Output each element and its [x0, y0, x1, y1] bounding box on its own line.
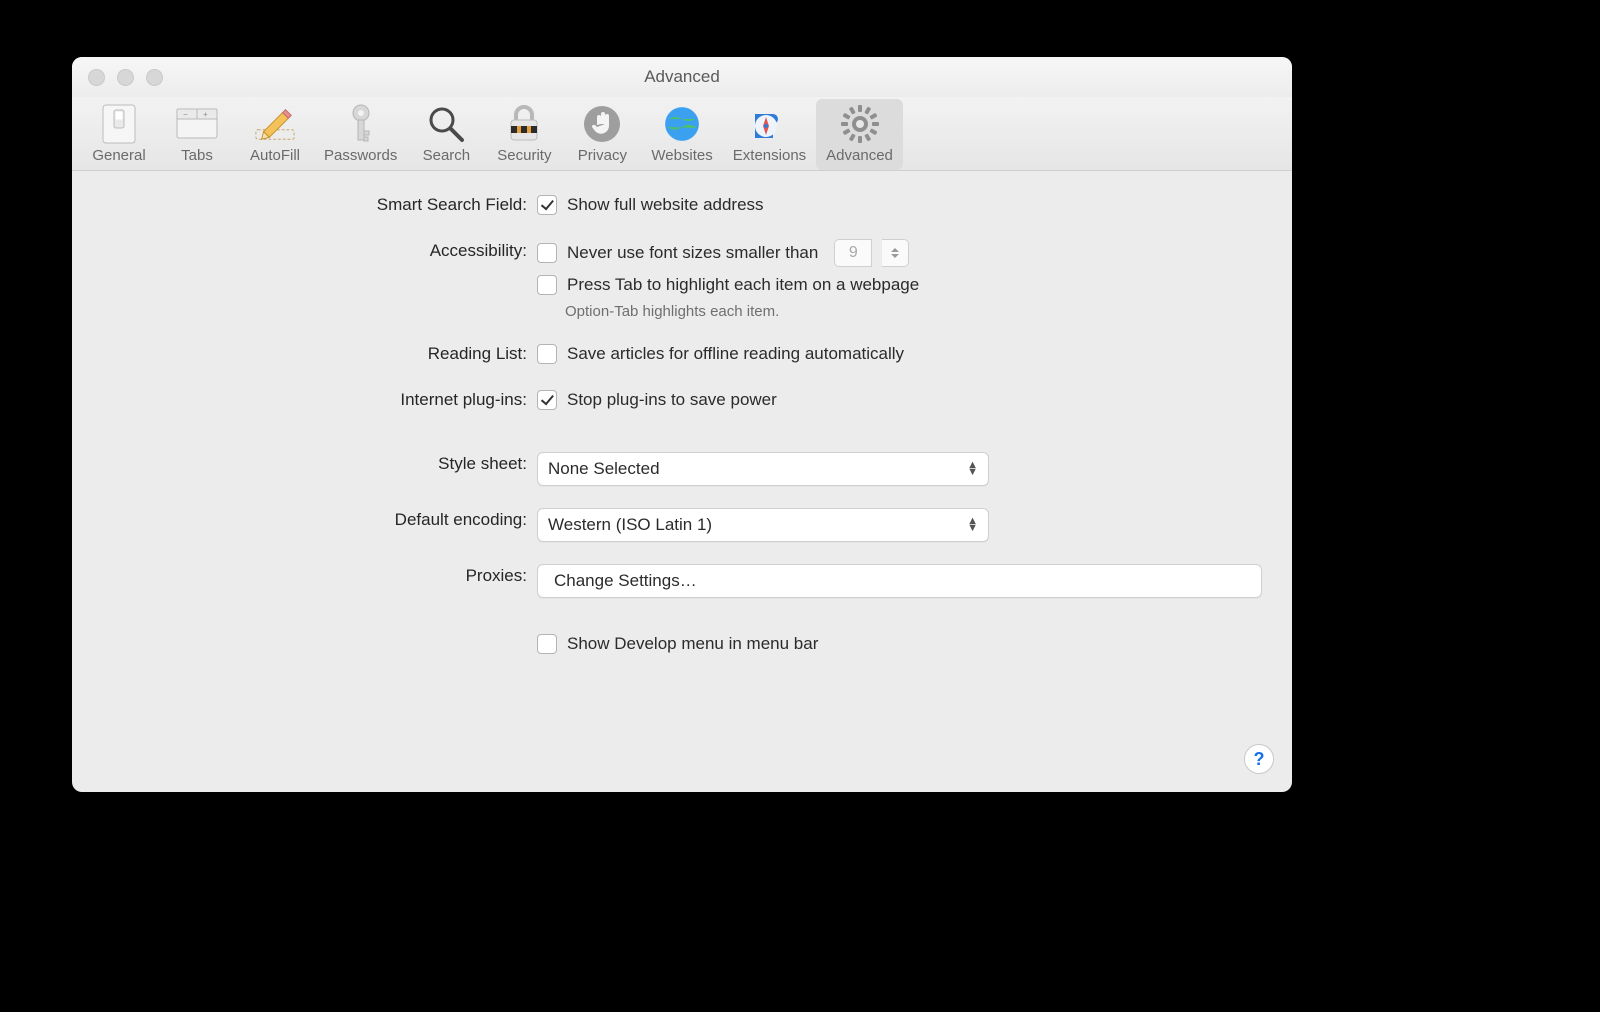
tab-search[interactable]: Search — [407, 99, 485, 170]
chevron-up-down-icon: ▲▼ — [967, 518, 978, 532]
checkbox-min-font-size[interactable] — [537, 243, 557, 263]
label-proxies: Proxies: — [102, 564, 537, 588]
close-window-button[interactable] — [88, 69, 105, 86]
magnifier-icon — [425, 103, 467, 145]
minimize-window-button[interactable] — [117, 69, 134, 86]
zoom-window-button[interactable] — [146, 69, 163, 86]
checkbox-label: Press Tab to highlight each item on a we… — [567, 273, 919, 297]
label-style-sheet: Style sheet: — [102, 452, 537, 476]
tab-label: Websites — [651, 147, 712, 164]
tab-label: Tabs — [181, 147, 213, 164]
change-proxies-button[interactable]: Change Settings… — [537, 564, 1262, 598]
label-default-encoding: Default encoding: — [102, 508, 537, 532]
hand-stop-icon — [581, 103, 623, 145]
chevron-up-down-icon: ▲▼ — [967, 462, 978, 476]
label-smart-search: Smart Search Field: — [102, 193, 537, 217]
tab-privacy[interactable]: Privacy — [563, 99, 641, 170]
svg-text:+: + — [203, 110, 208, 119]
label-accessibility: Accessibility: — [102, 239, 537, 263]
preferences-window: Advanced General −+ Tabs AutoFill Passw — [72, 57, 1292, 792]
press-tab-hint: Option-Tab highlights each item. — [565, 303, 1262, 320]
preferences-toolbar: General −+ Tabs AutoFill Passwords Searc… — [72, 97, 1292, 171]
checkbox-label: Show Develop menu in menu bar — [567, 632, 818, 656]
checkbox-stop-plugins[interactable] — [537, 390, 557, 410]
window-controls — [88, 69, 163, 86]
gear-icon — [839, 103, 881, 145]
tab-label: Passwords — [324, 147, 397, 164]
checkbox-show-develop[interactable] — [537, 634, 557, 654]
tab-label: General — [92, 147, 145, 164]
checkbox-label: Show full website address — [567, 193, 764, 217]
tab-label: Privacy — [578, 147, 627, 164]
titlebar: Advanced — [72, 57, 1292, 97]
tab-security[interactable]: Security — [485, 99, 563, 170]
tab-label: AutoFill — [250, 147, 300, 164]
label-plugins: Internet plug-ins: — [102, 388, 537, 412]
style-sheet-select[interactable]: None Selected ▲▼ — [537, 452, 989, 486]
tab-autofill[interactable]: AutoFill — [236, 99, 314, 170]
checkbox-save-offline[interactable] — [537, 344, 557, 364]
advanced-pane: Smart Search Field: Show full website ad… — [72, 171, 1292, 686]
tab-websites[interactable]: Websites — [641, 99, 722, 170]
default-encoding-select[interactable]: Western (ISO Latin 1) ▲▼ — [537, 508, 989, 542]
checkbox-label: Stop plug-ins to save power — [567, 388, 777, 412]
min-font-size-stepper[interactable] — [882, 239, 909, 267]
select-value: Western (ISO Latin 1) — [548, 515, 712, 535]
tab-label: Advanced — [826, 147, 893, 164]
tab-label: Search — [423, 147, 471, 164]
puzzle-compass-icon — [748, 103, 790, 145]
checkbox-label: Never use font sizes smaller than — [567, 241, 818, 265]
min-font-size-field[interactable]: 9 — [834, 239, 872, 267]
switch-icon — [98, 103, 140, 145]
tab-extensions[interactable]: Extensions — [723, 99, 816, 170]
label-reading-list: Reading List: — [102, 342, 537, 366]
checkbox-show-full-address[interactable] — [537, 195, 557, 215]
select-value: None Selected — [548, 459, 660, 479]
tab-label: Security — [497, 147, 551, 164]
key-icon — [340, 103, 382, 145]
padlock-icon — [503, 103, 545, 145]
svg-text:−: − — [183, 110, 188, 119]
tabs-icon: −+ — [176, 103, 218, 145]
tab-passwords[interactable]: Passwords — [314, 99, 407, 170]
globe-icon — [661, 103, 703, 145]
checkbox-press-tab[interactable] — [537, 275, 557, 295]
tab-advanced[interactable]: Advanced — [816, 99, 903, 170]
pencil-form-icon — [254, 103, 296, 145]
checkbox-label: Save articles for offline reading automa… — [567, 342, 904, 366]
help-button[interactable]: ? — [1244, 744, 1274, 774]
window-title: Advanced — [72, 67, 1292, 87]
tab-general[interactable]: General — [80, 99, 158, 170]
tab-label: Extensions — [733, 147, 806, 164]
tab-tabs[interactable]: −+ Tabs — [158, 99, 236, 170]
